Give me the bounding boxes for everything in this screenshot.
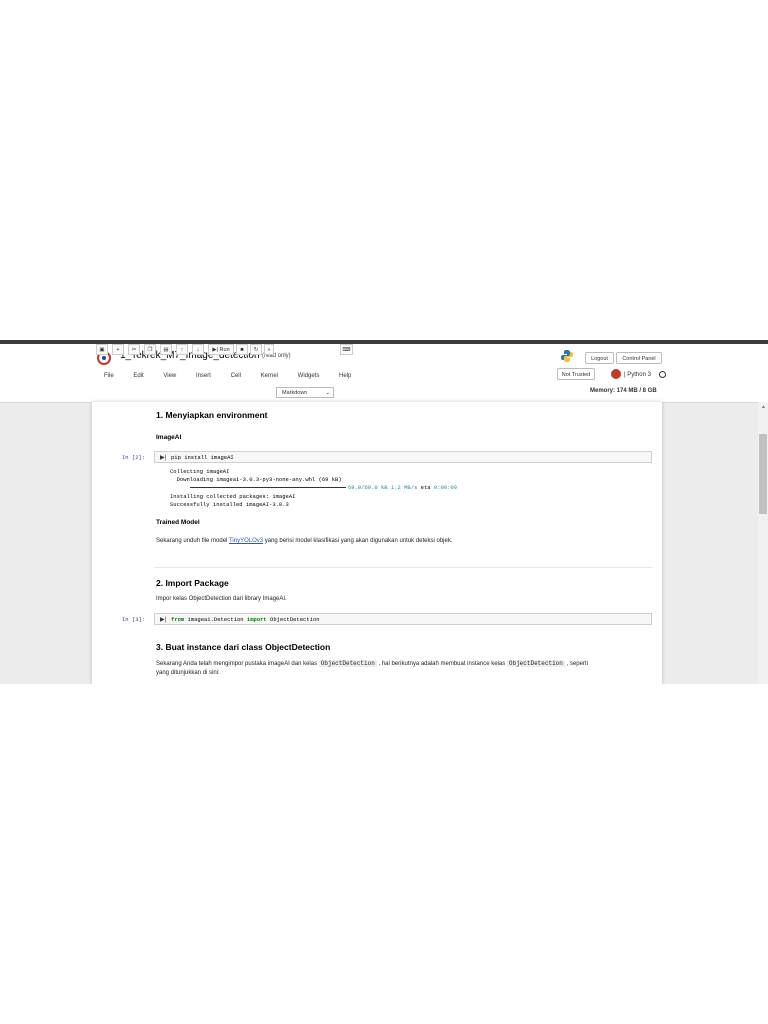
imageai-heading: ImageAI: [156, 434, 182, 441]
cut-icon[interactable]: ✂: [128, 344, 140, 355]
cell1-prompt: In [2]:: [122, 454, 146, 461]
notebook-container: 1. Menyiapkan environment ImageAI In [2]…: [92, 402, 662, 684]
keyboard-icon[interactable]: ⌨: [340, 344, 353, 355]
trusted-button[interactable]: Not Trusted: [557, 368, 595, 380]
scroll-up-icon[interactable]: ▲: [761, 404, 766, 410]
stop-icon[interactable]: ■: [236, 344, 248, 355]
inline-code-2: ObjectDetection: [506, 660, 565, 667]
page-body: { "header": { "notebook_title": "1_Tekre…: [0, 0, 768, 1024]
memory-usage: Memory: 174 MB / 8 GB: [590, 388, 657, 394]
section3-heading: 3. Buat instance dari class ObjectDetect…: [156, 642, 331, 652]
menu-widgets[interactable]: Widgets: [298, 373, 320, 379]
move-down-icon[interactable]: ↓: [192, 344, 204, 355]
output-line-2: Downloading imageai-3.0.3-py3-none-any.w…: [170, 476, 342, 483]
move-up-icon[interactable]: ↑: [176, 344, 188, 355]
download-progress-bar: [190, 487, 346, 488]
run-button[interactable]: ▶| Run: [208, 344, 234, 355]
tinyyolo-link[interactable]: TinyYOLOv3: [229, 538, 263, 544]
menu-insert[interactable]: Insert: [196, 373, 211, 379]
section1-heading: 1. Menyiapkan environment: [156, 410, 268, 420]
inline-code-1: ObjectDetection: [318, 660, 377, 667]
kernel-idle-icon: [659, 371, 666, 378]
trained-text-post: yang berisi model klasifikasi yang akan …: [263, 538, 453, 544]
jupyter-screenshot: 1_Tekrek_M7_Image_detection (read only) …: [0, 340, 768, 684]
trained-model-heading: Trained Model: [156, 519, 200, 526]
cell2-code: from imageai.Detection import ObjectDete…: [171, 616, 320, 623]
run-cell-icon[interactable]: ▶|: [160, 454, 166, 461]
menu-view[interactable]: View: [163, 373, 176, 379]
chevron-down-icon: ⌄: [325, 390, 330, 396]
python-logo-icon: [561, 350, 573, 362]
menu-file[interactable]: File: [104, 373, 114, 379]
cell-type-value: Markdown: [282, 390, 308, 396]
insert-cell-icon[interactable]: +: [112, 344, 124, 355]
restart-icon[interactable]: ↻: [250, 344, 262, 355]
run-icon: ▶|: [212, 347, 219, 353]
section2-heading: 2. Import Package: [156, 578, 229, 588]
keyword-import: import: [246, 616, 267, 623]
paste-icon[interactable]: ▤: [160, 344, 172, 355]
module-name: imageai.Detection: [184, 616, 247, 623]
menu-edit[interactable]: Edit: [133, 373, 143, 379]
eta-value: 0:00:00: [433, 484, 457, 491]
cell1-code: pip install imageAI: [171, 454, 234, 461]
trained-model-text: Sekarang unduh file model TinyYOLOv3 yan…: [156, 538, 453, 544]
menu-cell[interactable]: Cell: [231, 373, 241, 379]
menu-help[interactable]: Help: [339, 373, 351, 379]
copy-icon[interactable]: ❐: [144, 344, 156, 355]
cell-type-select[interactable]: Markdown ⌄: [276, 387, 334, 398]
import-text: Impor kelas ObjectDetection dari library…: [156, 596, 287, 602]
control-panel-button[interactable]: Control Panel: [616, 352, 662, 364]
section3-text-line2: yang ditunjukkan di sini:: [156, 670, 220, 676]
output-line-1: Collecting imageAI: [170, 468, 230, 475]
trained-text-pre: Sekarang unduh file model: [156, 538, 229, 544]
s3-text-c: , seperti: [564, 661, 588, 667]
cell2-prompt: In [3]:: [122, 616, 146, 623]
page-scrollbar[interactable]: ▲: [758, 402, 768, 684]
output-line-3: 69.0/69.0 kB 1.2 MB/s eta 0:00:00: [348, 484, 457, 491]
kernel-status-icon: [611, 369, 621, 379]
download-size: 69.0/69.0 kB: [348, 484, 388, 491]
run-label: Run: [219, 347, 230, 353]
code-cell-2[interactable]: ▶| from imageai.Detection import ObjectD…: [154, 613, 652, 625]
s3-text-a: Sekarang Anda telah mengimpor pustaka im…: [156, 661, 319, 667]
section3-text-line1: Sekarang Anda telah mengimpor pustaka im…: [156, 660, 588, 667]
save-icon[interactable]: ▣: [96, 344, 108, 355]
output-line-4: Installing collected packages: imageAI: [170, 493, 296, 500]
logout-button[interactable]: Logout: [585, 352, 614, 364]
run-cell-icon[interactable]: ▶|: [160, 616, 166, 623]
eta-label: eta: [420, 484, 431, 491]
kernel-name[interactable]: | Python 3: [624, 372, 651, 378]
output-line-5: Successfully installed imageAI-3.0.3: [170, 501, 289, 508]
divider: [154, 567, 652, 568]
download-speed: 1.2 MB/s: [390, 484, 418, 491]
notebook-header: 1_Tekrek_M7_Image_detection (read only) …: [0, 344, 768, 403]
code-cell-1[interactable]: ▶| pip install imageAI: [154, 451, 652, 463]
menu-bar: File Edit View Insert Cell Kernel Widget…: [104, 373, 369, 379]
scrollbar-thumb[interactable]: [759, 434, 767, 514]
keyword-from: from: [171, 616, 185, 623]
s3-text-b: , hal berikutnya adalah membuat instance…: [376, 661, 507, 667]
fast-forward-icon[interactable]: »: [264, 344, 274, 355]
imported-name: ObjectDetection: [266, 616, 320, 623]
menu-kernel[interactable]: Kernel: [261, 373, 278, 379]
